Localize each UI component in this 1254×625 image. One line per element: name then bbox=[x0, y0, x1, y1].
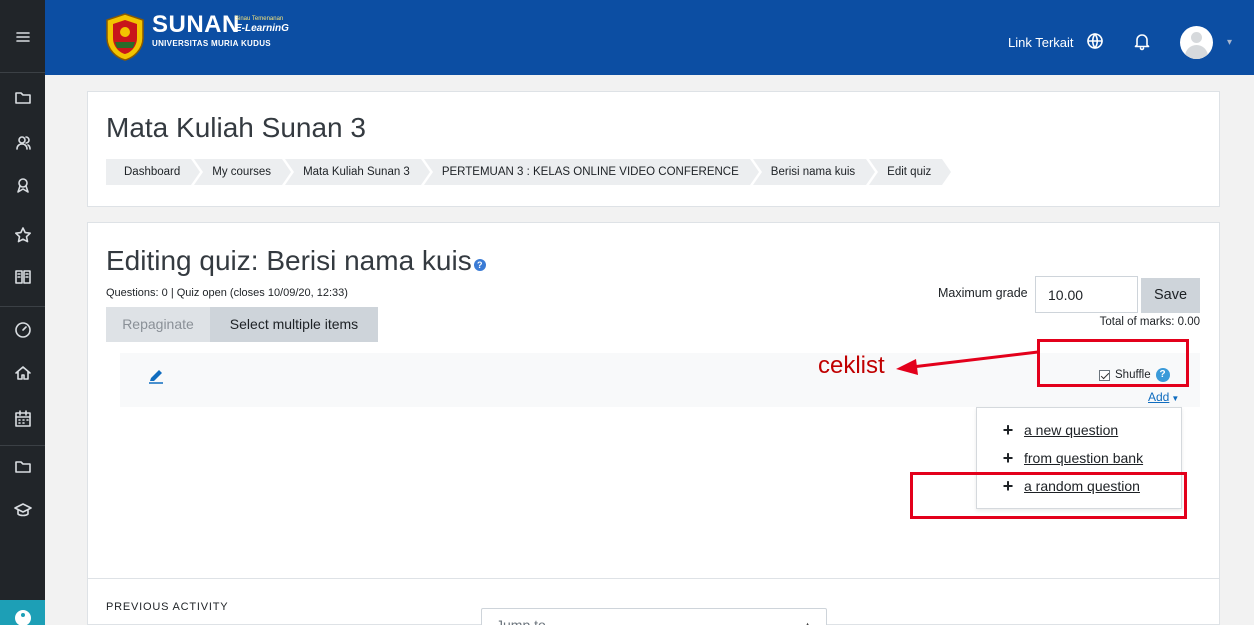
calendar-icon[interactable] bbox=[0, 404, 45, 434]
jump-to-label: Jump to... bbox=[496, 617, 558, 625]
accessibility-icon bbox=[14, 610, 31, 625]
rail-divider bbox=[0, 445, 45, 446]
star-icon[interactable] bbox=[0, 220, 45, 250]
annotation-arrow-icon bbox=[896, 350, 1039, 375]
quiz-title-text: Editing quiz: Berisi nama kuis bbox=[106, 245, 472, 276]
course-header-card: Mata Kuliah Sunan 3 Dashboard My courses… bbox=[87, 91, 1220, 207]
highlight-box-random-question bbox=[910, 472, 1187, 519]
rail-divider bbox=[0, 72, 45, 73]
breadcrumb-item[interactable]: Dashboard bbox=[106, 159, 204, 185]
brand-tag: Sinau Temenanan E-LearninG bbox=[235, 16, 291, 34]
add-label: Add bbox=[1148, 390, 1170, 404]
globe-icon[interactable] bbox=[1085, 31, 1105, 51]
breadcrumb-item[interactable]: My courses bbox=[194, 159, 294, 185]
link-terkait[interactable]: Link Terkait bbox=[1008, 35, 1074, 50]
total-marks: Total of marks: 0.00 bbox=[1099, 316, 1200, 328]
user-menu-caret-icon[interactable]: ▾ bbox=[1227, 37, 1232, 48]
help-icon[interactable]: ? bbox=[473, 259, 486, 271]
previous-activity-label: PREVIOUS ACTIVITY bbox=[106, 601, 229, 613]
select-multiple-button[interactable]: Select multiple items bbox=[210, 307, 378, 342]
pencil-icon[interactable] bbox=[148, 368, 164, 384]
menu-item-from-question-bank[interactable]: + from question bank bbox=[1002, 448, 1144, 468]
bell-icon[interactable] bbox=[1132, 31, 1152, 51]
user-avatar[interactable] bbox=[1180, 26, 1213, 59]
menu-icon[interactable] bbox=[0, 22, 45, 52]
breadcrumb-item[interactable]: PERTEMUAN 3 : KELAS ONLINE VIDEO CONFERE… bbox=[423, 159, 762, 185]
plus-icon: + bbox=[1002, 448, 1014, 468]
university-logo[interactable] bbox=[103, 12, 147, 62]
page-title: Editing quiz: Berisi nama kuis? bbox=[106, 245, 486, 277]
top-navbar: SUNAN Sinau Temenanan E-LearninG UNIVERS… bbox=[45, 0, 1254, 75]
breadcrumb-item[interactable]: Edit quiz bbox=[869, 159, 955, 185]
brand-university: UNIVERSITAS MURIA KUDUS bbox=[152, 39, 271, 48]
chevron-down-icon: ▼ bbox=[1171, 394, 1180, 403]
folder-icon[interactable] bbox=[0, 452, 45, 482]
avatar-head bbox=[1191, 32, 1202, 43]
menu-item-label: from question bank bbox=[1024, 450, 1144, 466]
breadcrumb: Dashboard My courses Mata Kuliah Sunan 3… bbox=[106, 159, 955, 185]
save-button[interactable]: Save bbox=[1141, 278, 1200, 313]
max-grade-label: Maximum grade bbox=[938, 286, 1028, 300]
jump-to-select[interactable]: Jump to... ▲ bbox=[481, 608, 827, 625]
add-menu-toggle[interactable]: Add ▼ bbox=[1148, 390, 1179, 404]
brand-tagline: Sinau Temenanan bbox=[235, 16, 284, 22]
plus-icon: + bbox=[1002, 420, 1014, 440]
left-nav-rail bbox=[0, 0, 45, 625]
chevron-updown-icon: ▲ bbox=[803, 620, 812, 625]
breadcrumb-item[interactable]: Mata Kuliah Sunan 3 bbox=[285, 159, 433, 185]
annotation-ceklist: ceklist bbox=[818, 352, 885, 379]
quiz-info: Questions: 0 | Quiz open (closes 10/09/2… bbox=[106, 287, 348, 299]
footer-divider bbox=[88, 578, 1219, 579]
max-grade-input[interactable]: 10.00 bbox=[1035, 276, 1138, 313]
brand-wordmark[interactable]: SUNAN Sinau Temenanan E-LearninG UNIVERS… bbox=[152, 12, 289, 49]
rail-divider bbox=[0, 306, 45, 307]
accessibility-button[interactable] bbox=[0, 600, 45, 625]
home-icon[interactable] bbox=[0, 358, 45, 388]
breadcrumb-item[interactable]: Berisi nama kuis bbox=[752, 159, 879, 185]
book-icon[interactable] bbox=[0, 262, 45, 292]
avatar-body bbox=[1185, 45, 1208, 59]
brand-sub: E-LearninG bbox=[235, 23, 289, 34]
graduation-cap-icon[interactable] bbox=[0, 495, 45, 525]
users-icon[interactable] bbox=[0, 128, 45, 158]
highlight-box-shuffle bbox=[1037, 339, 1189, 387]
quiz-edit-card: Editing quiz: Berisi nama kuis? Question… bbox=[87, 222, 1220, 625]
repaginate-button[interactable]: Repaginate bbox=[106, 307, 210, 342]
badge-icon[interactable] bbox=[0, 170, 45, 200]
course-title: Mata Kuliah Sunan 3 bbox=[106, 112, 366, 143]
folder-icon[interactable] bbox=[0, 83, 45, 113]
dashboard-gauge-icon[interactable] bbox=[0, 315, 45, 345]
menu-item-new-question[interactable]: + a new question bbox=[1002, 420, 1119, 440]
menu-item-label: a new question bbox=[1024, 422, 1119, 438]
